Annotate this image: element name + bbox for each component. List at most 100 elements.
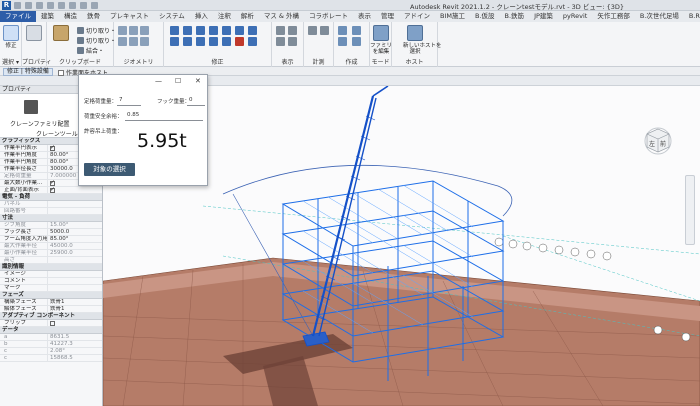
property-row[interactable]: 回路番号 <box>0 208 102 215</box>
ribbon-tab[interactable]: アドイン <box>399 11 435 22</box>
property-row[interactable]: ブーム角度入力用 85.00° <box>0 236 102 243</box>
measure-distance-icon[interactable] <box>308 26 317 35</box>
property-checkbox[interactable] <box>48 187 102 193</box>
wall-join-icon[interactable] <box>118 37 127 46</box>
checkbox-icon[interactable] <box>50 180 55 186</box>
create-assembly-icon[interactable] <box>352 37 361 46</box>
cope-icon[interactable] <box>118 26 127 35</box>
rated-load-value[interactable]: 7 <box>119 97 123 103</box>
view-cube-front-face[interactable]: 前 <box>660 140 666 148</box>
property-section-header[interactable]: 電気 - 負荷 <box>0 194 102 201</box>
select-target-button[interactable]: 対象の選択 <box>84 163 135 176</box>
save-icon[interactable] <box>25 2 32 9</box>
undo-icon[interactable] <box>36 2 43 9</box>
safety-factor-value[interactable]: 0.85 <box>127 112 139 118</box>
property-value[interactable]: 85.00° <box>48 236 102 242</box>
property-value[interactable]: 鉄骨1 <box>48 299 102 305</box>
ribbon-tab[interactable]: JP建築 <box>529 11 558 22</box>
paint-icon[interactable] <box>140 37 149 46</box>
property-checkbox[interactable] <box>48 320 102 326</box>
copy-element-icon[interactable] <box>222 26 231 35</box>
property-section-header[interactable]: フェーズ <box>0 292 102 299</box>
property-value[interactable]: 5000.0 <box>48 229 102 235</box>
property-value[interactable] <box>48 208 102 214</box>
unpin-icon[interactable] <box>222 37 231 46</box>
split-icon[interactable] <box>170 37 179 46</box>
open-icon[interactable] <box>14 2 21 9</box>
split-face-icon[interactable] <box>129 37 138 46</box>
print-icon[interactable] <box>58 2 65 9</box>
property-row[interactable]: a 8631.5 <box>0 334 102 341</box>
property-row[interactable]: イメージ <box>0 271 102 278</box>
minimize-icon[interactable]: — <box>155 77 162 85</box>
align-icon[interactable] <box>170 26 179 35</box>
property-value[interactable] <box>48 257 102 263</box>
view-cube-icon[interactable]: 左 前 <box>643 125 673 155</box>
ribbon-tab[interactable]: 建築 <box>36 11 59 22</box>
property-value[interactable]: 鉄骨1 <box>48 306 102 312</box>
3d-view-icon[interactable] <box>91 2 98 9</box>
property-row[interactable]: マーク <box>0 285 102 292</box>
properties-button[interactable] <box>22 25 46 55</box>
join-geometry-icon[interactable] <box>140 26 149 35</box>
property-value[interactable]: 15868.5 <box>48 355 102 361</box>
modify-button[interactable]: 修正 <box>0 25 23 55</box>
ribbon-tab[interactable]: 表示 <box>353 11 376 22</box>
property-row[interactable]: ジブ角度 15.00° <box>0 222 102 229</box>
create-similar-icon[interactable] <box>338 26 347 35</box>
property-row[interactable]: 解体フェーズ 鉄骨1 <box>0 306 102 313</box>
close-icon[interactable]: ✕ <box>195 77 201 85</box>
array-icon[interactable] <box>183 37 192 46</box>
property-value[interactable]: 45000.0 <box>48 243 102 249</box>
hook-weight-value[interactable]: 0 <box>189 97 193 103</box>
property-row[interactable]: フック長さ 5000.0 <box>0 229 102 236</box>
property-value[interactable]: 2.08° <box>48 348 102 354</box>
cut-geometry-icon[interactable] <box>129 26 138 35</box>
property-value[interactable] <box>48 201 102 207</box>
ribbon-tab[interactable]: B.次世代足場 <box>635 11 684 22</box>
cut-button[interactable]: 切り取り・ <box>77 26 116 35</box>
maximize-icon[interactable]: ☐ <box>175 77 181 85</box>
rotate-icon[interactable] <box>235 26 244 35</box>
create-group-icon[interactable] <box>352 26 361 35</box>
property-row[interactable]: フリップ <box>0 320 102 327</box>
delete-icon[interactable] <box>235 37 244 46</box>
mirror-axis-icon[interactable] <box>248 37 257 46</box>
measure-icon[interactable] <box>69 2 76 9</box>
property-row[interactable]: b 41227.3 <box>0 341 102 348</box>
property-row[interactable]: 正面/背面表示 <box>0 187 102 194</box>
property-row[interactable]: 最大作業半径 45000.0 <box>0 243 102 250</box>
offset-icon[interactable] <box>183 26 192 35</box>
checkbox-icon[interactable] <box>50 145 55 151</box>
ribbon-tab[interactable]: 矢作工務部 <box>592 11 635 22</box>
checkbox-icon[interactable] <box>50 187 55 193</box>
ribbon-tab[interactable]: B.仮設 <box>470 11 500 22</box>
ribbon-tab[interactable]: ファイル <box>0 11 36 22</box>
ribbon-tab[interactable]: 挿入 <box>190 11 213 22</box>
edit-family-button[interactable]: ファミリ を編集 <box>369 25 393 55</box>
pin-icon[interactable] <box>209 37 218 46</box>
checkbox-icon[interactable] <box>50 321 55 326</box>
create-parts-icon[interactable] <box>338 37 347 46</box>
ribbon-tab[interactable]: 解析 <box>236 11 259 22</box>
dimension-icon[interactable] <box>320 26 329 35</box>
pick-new-host-button[interactable]: 新しいホストを 選択 <box>403 25 442 55</box>
property-value[interactable] <box>48 271 102 277</box>
paste-button[interactable] <box>49 25 73 55</box>
property-row[interactable]: 最小作業半径 25900.0 <box>0 250 102 257</box>
property-value[interactable]: 41227.3 <box>48 341 102 347</box>
property-row[interactable]: コメント <box>0 278 102 285</box>
ribbon-tab[interactable]: 構造 <box>59 11 82 22</box>
linework-icon[interactable] <box>276 37 285 46</box>
navigation-bar[interactable] <box>685 175 695 245</box>
ribbon-tab[interactable]: B.鉄筋 <box>500 11 530 22</box>
property-row[interactable]: c 15868.5 <box>0 355 102 362</box>
join-button[interactable]: 結合・ <box>77 46 104 55</box>
view-cube[interactable]: 左 前 <box>643 125 673 155</box>
trim-icon[interactable] <box>248 26 257 35</box>
property-section-header[interactable]: 識別情報 <box>0 264 102 271</box>
copy-button[interactable]: 切り取り・ <box>77 36 116 45</box>
visibility-icon[interactable] <box>288 37 297 46</box>
property-row[interactable]: 高さ <box>0 257 102 264</box>
property-value[interactable]: 25900.0 <box>48 250 102 256</box>
